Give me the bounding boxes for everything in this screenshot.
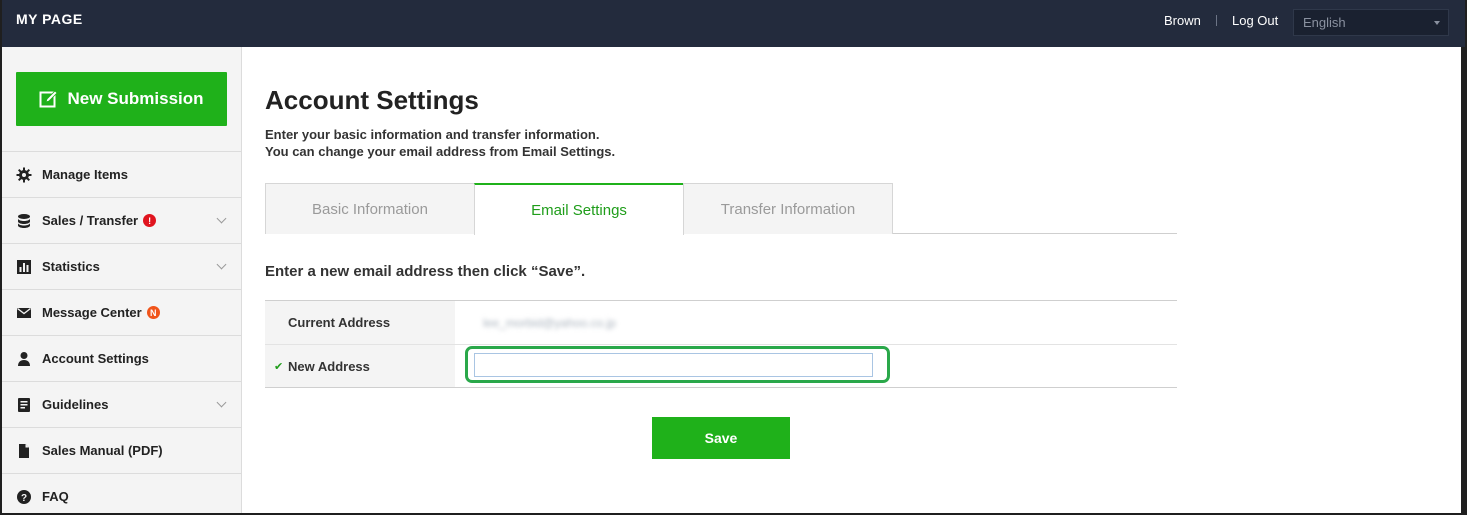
chevron-down-icon	[216, 259, 227, 270]
envelope-icon	[16, 305, 32, 321]
current-address-label: Current Address	[265, 301, 455, 344]
current-address-cell: lee_morbid@yahoo.co.jp	[455, 301, 1177, 344]
tab-transfer-information[interactable]: Transfer Information	[683, 183, 893, 234]
gear-icon	[16, 167, 32, 183]
file-icon	[16, 443, 32, 459]
top-navigation-bar: MY PAGE Brown Log Out English	[2, 0, 1465, 47]
sidebar-item-sales-transfer[interactable]: Sales / Transfer !	[2, 197, 241, 243]
sidebar-item-faq[interactable]: ? FAQ	[2, 473, 241, 513]
language-select-value: English	[1303, 15, 1346, 30]
sidebar-item-guidelines[interactable]: Guidelines	[2, 381, 241, 427]
sidebar-item-label: Message Center	[42, 305, 142, 320]
email-form-table: Current Address lee_morbid@yahoo.co.jp ✔…	[265, 300, 1177, 388]
save-button[interactable]: Save	[652, 417, 790, 459]
language-select[interactable]: English	[1293, 9, 1449, 36]
form-instruction: Enter a new email address then click “Sa…	[265, 263, 586, 280]
sidebar-item-label: Sales Manual (PDF)	[42, 443, 163, 458]
edit-icon	[39, 89, 59, 109]
sidebar-item-manage-items[interactable]: Manage Items	[2, 151, 241, 197]
document-icon	[16, 397, 32, 413]
person-icon	[16, 351, 32, 367]
page-description-line1: Enter your basic information and transfe…	[265, 127, 600, 142]
page-description-line2: You can change your email address from E…	[265, 144, 616, 159]
new-email-input[interactable]	[474, 353, 873, 377]
svg-text:?: ?	[21, 493, 27, 504]
sidebar-item-statistics[interactable]: Statistics	[2, 243, 241, 289]
tab-email-settings[interactable]: Email Settings	[474, 183, 684, 235]
user-name[interactable]: Brown	[1164, 13, 1201, 28]
settings-tabs: Basic Information Email Settings Transfe…	[265, 183, 1177, 235]
current-address-value: lee_morbid@yahoo.co.jp	[483, 315, 616, 330]
database-icon	[16, 213, 32, 229]
sidebar-item-account-settings[interactable]: Account Settings	[2, 335, 241, 381]
sidebar-item-label: Sales / Transfer	[42, 213, 139, 228]
question-icon: ?	[16, 489, 32, 505]
sidebar-item-message-center[interactable]: Message Center N	[2, 289, 241, 335]
current-address-row: Current Address lee_morbid@yahoo.co.jp	[265, 301, 1177, 344]
sidebar-item-label: Guidelines	[42, 397, 109, 412]
app-window: MY PAGE Brown Log Out English New Submis…	[0, 0, 1467, 515]
window-edge	[1461, 47, 1465, 513]
sidebar-nav: Manage Items Sales / Transfer ! Statisti…	[2, 151, 241, 513]
header-divider	[1216, 15, 1217, 26]
sidebar-item-label: Account Settings	[42, 351, 149, 366]
sidebar-item-label: FAQ	[42, 489, 69, 504]
chevron-down-icon	[216, 397, 227, 408]
alert-badge: !	[143, 214, 157, 227]
sidebar-item-sales-manual[interactable]: Sales Manual (PDF)	[2, 427, 241, 473]
bar-chart-icon	[16, 259, 32, 275]
checkmark-icon: ✔	[274, 361, 284, 373]
tab-basic-information[interactable]: Basic Information	[265, 183, 475, 234]
chevron-down-icon	[216, 213, 227, 224]
sidebar-item-label: Statistics	[42, 259, 100, 274]
sidebar-item-label: Manage Items	[42, 167, 128, 182]
new-address-label: New Address	[288, 358, 370, 374]
brand-title: MY PAGE	[16, 11, 83, 27]
caret-down-icon	[1434, 21, 1440, 25]
new-submission-button[interactable]: New Submission	[16, 72, 227, 126]
page-title: Account Settings	[265, 85, 479, 115]
logout-link[interactable]: Log Out	[1232, 13, 1278, 28]
sidebar: New Submission Manage Items Sales / Tran…	[2, 47, 242, 513]
new-badge: N	[146, 306, 160, 319]
new-submission-label: New Submission	[67, 89, 204, 108]
new-address-label-cell: ✔ New Address	[265, 345, 455, 387]
